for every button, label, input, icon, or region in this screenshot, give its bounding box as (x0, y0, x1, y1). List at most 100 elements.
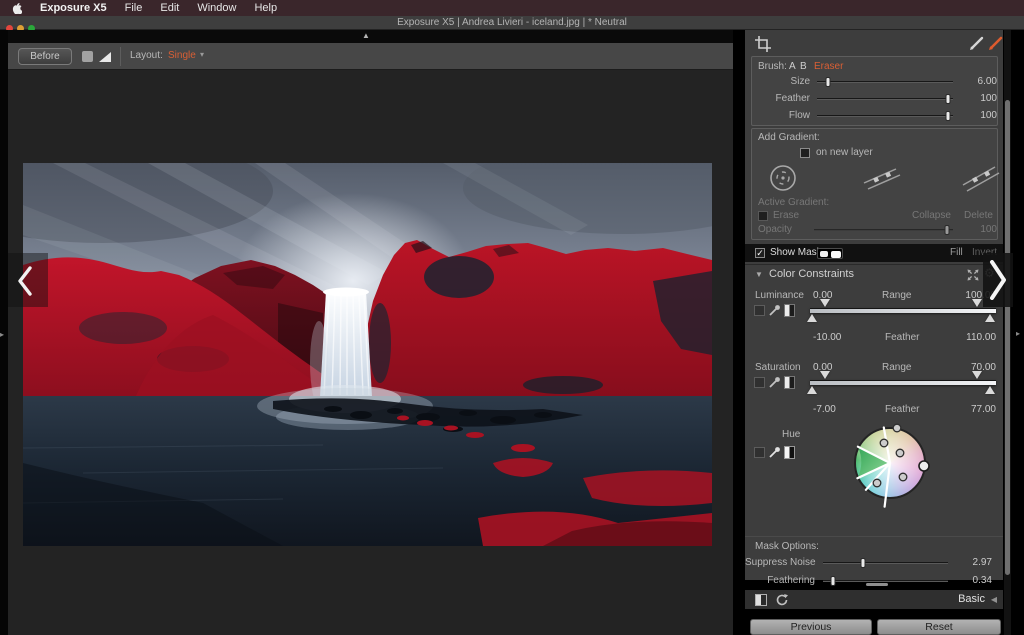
luminance-high-value: 110.00 (956, 332, 996, 343)
basic-panel-bar[interactable]: Basic ◀ (745, 589, 1003, 609)
suppress-noise-thumb[interactable] (861, 558, 866, 568)
next-image-overlay[interactable] (983, 253, 1013, 307)
on-new-layer-checkbox[interactable] (800, 148, 810, 158)
saturation-low-handle[interactable] (820, 371, 830, 379)
pen-tool-icon[interactable] (969, 36, 985, 51)
saturation-target-icon[interactable] (754, 377, 765, 388)
feathering-slider[interactable] (823, 580, 948, 582)
previous-button[interactable]: Previous (750, 619, 872, 635)
saturation-feather-low-handle[interactable] (807, 386, 817, 394)
suppress-noise-slider[interactable] (823, 562, 948, 564)
hue-wheel[interactable] (854, 427, 926, 499)
left-edge-strip: ▸ (0, 30, 8, 635)
luminance-target-icon[interactable] (754, 305, 765, 316)
menu-item-file[interactable]: File (125, 2, 143, 14)
cc-expand-icon[interactable] (967, 269, 979, 281)
split-compare-icon[interactable] (755, 594, 767, 606)
feather-slider-thumb[interactable] (945, 94, 950, 104)
refresh-icon[interactable] (775, 593, 789, 607)
flow-slider[interactable] (817, 115, 953, 117)
brush-tool-icon[interactable] (988, 36, 1004, 51)
cc-disclosure-icon[interactable]: ▼ (755, 270, 763, 279)
erase-label: Erase (773, 210, 799, 221)
luminance-feather-label: Feather (885, 332, 919, 343)
prev-image-overlay[interactable] (8, 253, 48, 307)
opacity-slider[interactable] (814, 229, 953, 231)
brush-mode-a[interactable]: A (789, 61, 796, 72)
on-new-layer-label: on new layer (816, 147, 873, 158)
apple-icon[interactable] (12, 2, 22, 14)
add-gradient-title: Add Gradient: (758, 132, 820, 143)
panel-drag-handle[interactable] (866, 583, 888, 586)
color-constraints-section: ▼ Color Constraints ⚙ Luminance 0.00 Ran… (745, 264, 1003, 580)
erase-checkbox[interactable] (758, 211, 768, 221)
hue-eyedropper-icon[interactable] (768, 446, 781, 459)
hue-gradient-icon[interactable] (784, 446, 795, 459)
flow-slider-thumb[interactable] (945, 111, 950, 121)
menu-item-edit[interactable]: Edit (160, 2, 179, 14)
photo-iceland-waterfall[interactable] (23, 163, 712, 546)
luminance-high-handle[interactable] (972, 299, 982, 307)
layout-value[interactable]: Single (168, 50, 196, 61)
saturation-eyedropper-icon[interactable] (768, 376, 781, 389)
opacity-slider-thumb[interactable] (945, 225, 950, 235)
canvas-top-strip: ▲ (8, 30, 733, 43)
luminance-feather-high-handle[interactable] (985, 314, 995, 322)
size-slider[interactable] (817, 81, 953, 83)
menu-item-help[interactable]: Help (254, 2, 277, 14)
luminance-eyedropper-icon[interactable] (768, 304, 781, 317)
window-titlebar: Exposure X5 | Andrea Livieri - iceland.j… (0, 16, 1024, 30)
saturation-feather-high-handle[interactable] (985, 386, 995, 394)
panel-back-icon[interactable]: ◀ (991, 595, 997, 604)
right-edge-strip: ▸ (1011, 30, 1024, 635)
saturation-gradient-icon[interactable] (784, 376, 795, 389)
luminance-gradient-icon[interactable] (784, 304, 795, 317)
luminance-feather-low-handle[interactable] (807, 314, 817, 322)
show-mask-checkbox[interactable]: ✓ (755, 248, 765, 258)
menu-app-name[interactable]: Exposure X5 (40, 2, 107, 14)
panel-scrollbar[interactable] (1004, 30, 1011, 635)
feather-slider[interactable] (817, 98, 953, 100)
active-gradient-title: Active Gradient: (758, 197, 829, 208)
delete-button[interactable]: Delete (964, 210, 993, 221)
hue-target-icon[interactable] (754, 447, 765, 458)
brush-mode-b[interactable]: B (800, 61, 807, 72)
luminance-range-slider[interactable] (810, 299, 996, 323)
prev-image-chevron-icon[interactable] (17, 266, 33, 296)
show-mask-row: ✓ Show Mask Fill Invert (745, 244, 1003, 262)
gradient-group: Add Gradient: on new layer Active Grad (751, 128, 998, 240)
fill-button[interactable]: Fill (950, 247, 963, 258)
crop-tool-icon[interactable] (755, 36, 771, 52)
linear-gradient-tool-icon[interactable] (860, 163, 904, 193)
brush-mode-eraser[interactable]: Eraser (814, 61, 843, 72)
menu-bar: Exposure X5 File Edit Window Help (0, 0, 1024, 16)
panel-scrollbar-thumb[interactable] (1005, 100, 1010, 575)
luminance-low-handle[interactable] (820, 299, 830, 307)
split-preview-icon[interactable] (82, 51, 93, 62)
menu-item-window[interactable]: Window (197, 2, 236, 14)
size-slider-thumb[interactable] (825, 77, 830, 87)
collapse-button[interactable]: Collapse (912, 210, 951, 221)
reset-button[interactable]: Reset (877, 619, 1001, 635)
feathering-thumb[interactable] (831, 576, 836, 586)
collapse-filmstrip-icon[interactable]: ▲ (362, 31, 370, 40)
saturation-high-handle[interactable] (972, 371, 982, 379)
clipping-warning-icon[interactable] (98, 50, 113, 63)
mask-preview-swatch[interactable] (817, 248, 843, 259)
saturation-low-value: -7.00 (813, 404, 836, 415)
next-image-chevron-icon[interactable] (989, 260, 1007, 300)
cc-title[interactable]: Color Constraints (769, 268, 854, 280)
show-mask-label: Show Mask (770, 247, 822, 258)
saturation-feather-label: Feather (885, 404, 919, 415)
saturation-range-slider[interactable] (810, 371, 996, 395)
viewer-canvas: ▲ Before Layout: Single ▾ (8, 30, 733, 635)
layout-dropdown-icon[interactable]: ▾ (200, 50, 204, 59)
feather-value: 100 (957, 93, 997, 104)
before-button[interactable]: Before (18, 48, 72, 65)
linear-gradient-tool-icon-2[interactable] (957, 163, 1001, 193)
saturation-range-bar[interactable] (810, 380, 996, 385)
radial-gradient-tool-icon[interactable] (768, 163, 798, 193)
luminance-range-bar[interactable] (810, 308, 996, 313)
right-panel-expand-icon[interactable]: ▸ (1016, 329, 1020, 338)
left-panel-expand-icon[interactable]: ▸ (0, 330, 4, 339)
